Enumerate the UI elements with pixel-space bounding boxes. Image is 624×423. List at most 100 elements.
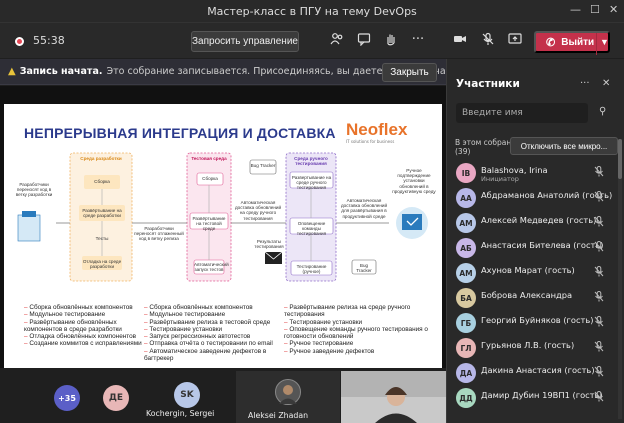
- deploy-manual-label: Развертывание на среде ручного тестирова…: [291, 175, 332, 191]
- avatar: IB: [456, 163, 476, 183]
- participant-row[interactable]: ГБ Георгий Буйняков (гость): [447, 311, 617, 335]
- test-env-label: Тестовая среда: [191, 156, 227, 161]
- bullet-item: Ручное тестирование: [284, 340, 434, 347]
- bullet-item: Тестирование установки: [144, 326, 284, 333]
- bullet-column-manual: Развёртывание релиза на среде ручного те…: [284, 304, 434, 355]
- overflow-participants[interactable]: +35: [54, 385, 80, 411]
- mic-off-icon: [594, 316, 604, 330]
- search-input[interactable]: [456, 103, 588, 123]
- bullet-item: Тестирование установки: [284, 319, 434, 326]
- user-photo-icon: [279, 385, 297, 404]
- invite-icon[interactable]: ⚲: [599, 106, 606, 117]
- bullet-column-test: Сборка обновлённых компонентовМодульное …: [144, 304, 284, 362]
- avatar: ДД: [456, 388, 476, 408]
- window-title: Мастер-класс в ПГУ на тему DevOps: [207, 4, 417, 18]
- avatar: АМ: [456, 213, 476, 233]
- recording-banner: ▲ Запись начата. Это собрание записывает…: [0, 59, 446, 85]
- participant-name: Анастасия Бителева (гость): [481, 240, 604, 250]
- close-panel-icon[interactable]: ✕: [602, 78, 610, 89]
- mic-off-icon: [594, 291, 604, 305]
- participant-row[interactable]: АБ Анастасия Бителева (гость): [447, 236, 617, 260]
- slide-title: НЕПРЕРЫВНАЯ ИНТЕГРАЦИЯ И ДОСТАВКА: [24, 125, 336, 141]
- panel-scrollbar[interactable]: [618, 139, 622, 419]
- bullet-item: Создание коммитов с исправлениями: [24, 340, 146, 347]
- mute-all-button[interactable]: Отключить все микро...: [510, 137, 618, 155]
- panel-title: Участники: [456, 78, 520, 90]
- participant-row[interactable]: ДА Дакина Анастасия (гость): [447, 361, 617, 385]
- bullet-item: Сборка обновлённых компонентов: [24, 304, 146, 311]
- avatar: ГБ: [456, 313, 476, 333]
- build2-label: Сборка: [202, 176, 218, 181]
- mic-off-icon: [594, 391, 604, 405]
- avatar: ГЛ: [456, 338, 476, 358]
- bug-tracker1-label: Bug Tracker: [250, 163, 276, 168]
- avatar: ДА: [456, 363, 476, 383]
- close-window-icon[interactable]: ✕: [609, 3, 618, 16]
- leave-label: Выйти: [561, 36, 595, 48]
- more-icon[interactable]: ···: [580, 78, 590, 89]
- video-tile-woman: [341, 371, 446, 423]
- prod-actor-label: Ручное подтверждение установки обновлени…: [392, 168, 436, 194]
- avatar: SK: [174, 382, 200, 408]
- logo-text: Neoflex: [346, 120, 408, 139]
- bullet-item: Развёртывание релиза на среде ручного те…: [284, 304, 434, 319]
- bullet-item: Модульное тестирование: [144, 311, 284, 318]
- mic-off-icon[interactable]: [480, 32, 496, 48]
- participant-row[interactable]: АМ Алексей Медведев (гость): [447, 211, 617, 235]
- participant-name: Алексей Медведев (гость): [481, 215, 597, 225]
- banner-title: Запись начата.: [19, 66, 103, 77]
- participant-name: Боброва Александра: [481, 290, 573, 300]
- chevron-down-icon[interactable]: ▼: [600, 37, 609, 47]
- mic-off-icon: [594, 366, 604, 380]
- tile-name: Aleksei Zhadan: [248, 411, 309, 420]
- participant-row[interactable]: АА Абдраманов Анатолий (гость): [447, 186, 617, 210]
- neoflex-logo: Neoflex: [346, 120, 407, 140]
- people-icon[interactable]: [329, 32, 345, 48]
- teams-meeting-window: Мастер-класс в ПГУ на тему DevOps — ☐ ✕ …: [0, 0, 624, 423]
- request-control-button[interactable]: Запросить управление: [191, 31, 299, 52]
- meeting-timer: 55:38: [33, 34, 65, 47]
- dev-env-label: Среда разработки: [80, 156, 122, 161]
- maximize-icon[interactable]: ☐: [590, 3, 600, 16]
- leave-button[interactable]: ✆ Выйти ▼: [534, 31, 610, 55]
- bullet-item: Оповещение команды ручного тестирования …: [284, 326, 434, 341]
- bug-tracker2-label: Bug Tracker: [356, 263, 372, 274]
- unit-tests-label: Отладка на среде разработки: [82, 259, 122, 270]
- participant-name: Георгий Буйняков (гость): [481, 315, 594, 325]
- manual-env-label: Среда ручного тестирования: [294, 156, 328, 167]
- bullet-item: Запуск регрессионных автотестов: [144, 333, 284, 340]
- tile-name: Kochergin, Sergei: [146, 409, 215, 418]
- bullet-item: Сборка обновлённых компонентов: [144, 304, 284, 311]
- avatar: АБ: [456, 238, 476, 258]
- participant-row[interactable]: ГЛ Гурьянов Л.В. (гость): [447, 336, 617, 360]
- logo-subtitle: IT solutions for business: [346, 139, 395, 144]
- raise-hand-icon[interactable]: [383, 32, 399, 48]
- chat-icon[interactable]: [356, 32, 372, 48]
- mic-off-icon: [594, 191, 604, 205]
- bullet-item: Модульное тестирование: [24, 311, 146, 318]
- bullet-item: Отладка обновлённых компонентов: [24, 333, 146, 340]
- deploy-test-label: Развёртывание на тестовой среде: [192, 216, 226, 232]
- auto-delivery-label: Автоматическая доставка обновлений на ср…: [234, 200, 282, 221]
- bullet-item: Отправка отчёта о тестировании по email: [144, 340, 284, 347]
- autotests-run-label: Автоматический запуск тестов: [194, 262, 229, 273]
- deploy-dev-label: Развёртывание на среде разработки: [82, 208, 122, 219]
- more-icon[interactable]: ···: [410, 32, 426, 48]
- transfer-label: Разработчики переносят отлаженный код в …: [134, 226, 184, 242]
- participant-row[interactable]: АМ Ахунов Марат (гость): [447, 261, 617, 285]
- presenter-name: Aleksei Zhadan: [4, 354, 70, 364]
- auto-prod-label: Автоматическая доставка обновлений для р…: [340, 198, 388, 219]
- mic-off-icon: [594, 266, 604, 280]
- autotests-dev-label: Тесты: [95, 236, 109, 241]
- title-bar: Мастер-класс в ПГУ на тему DevOps — ☐ ✕: [0, 0, 624, 22]
- camera-icon[interactable]: [452, 32, 468, 48]
- participant-row[interactable]: IB Balashova, Irina Инициатор: [447, 161, 617, 185]
- participant-row[interactable]: БА Боброва Александра: [447, 286, 617, 310]
- participant-row[interactable]: ДД Дамир Дубин 19ВП1 (гость): [447, 386, 617, 410]
- share-screen-icon[interactable]: [507, 32, 523, 48]
- results-label: Результаты тестирования: [254, 239, 284, 250]
- build1-label: Сборка: [94, 179, 110, 184]
- minimize-icon[interactable]: —: [570, 3, 581, 16]
- banner-close-button[interactable]: Закрыть: [382, 63, 437, 82]
- bullet-item: Развёртывание релиза в тестовой среде: [144, 319, 284, 326]
